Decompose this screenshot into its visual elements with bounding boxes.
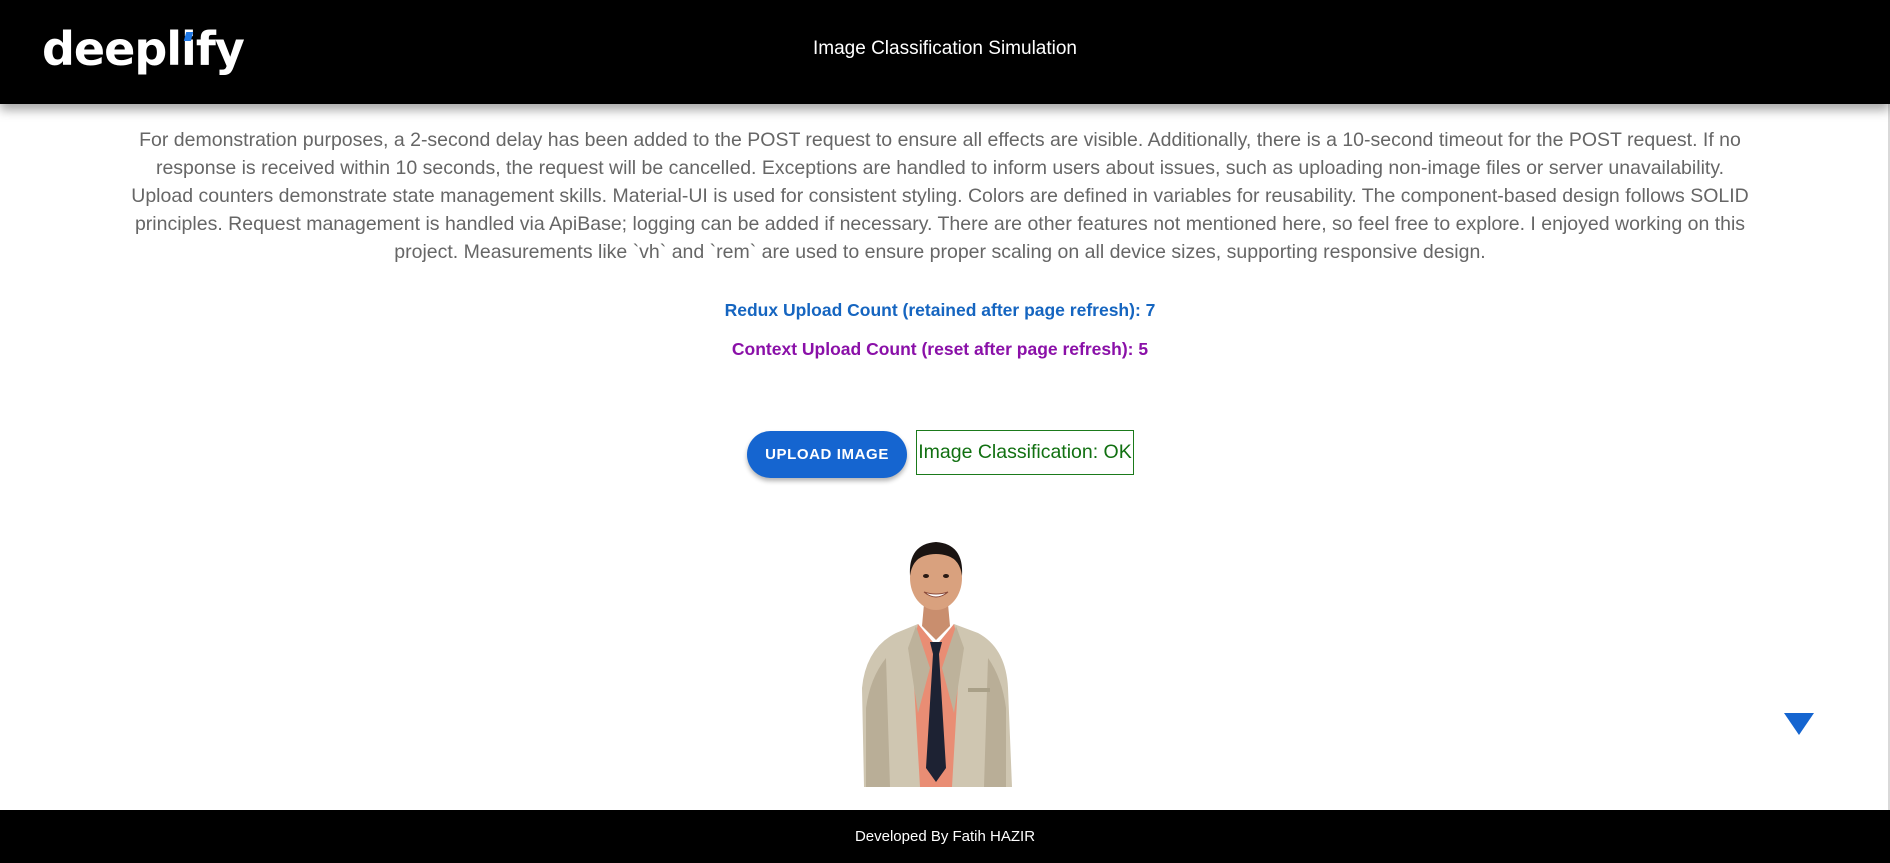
upload-image-button[interactable]: UPLOAD IMAGE <box>747 431 907 478</box>
classification-result: Image Classification: OK <box>916 430 1134 475</box>
demo-description: For demonstration purposes, a 2-second d… <box>131 129 1749 263</box>
page-title: Image Classification Simulation <box>812 38 1077 59</box>
uploaded-image-preview <box>862 542 1012 787</box>
context-upload-counter: Context Upload Count (reset after page r… <box>731 339 1149 359</box>
scroll-down-icon[interactable] <box>1784 713 1814 735</box>
developer-credit: Developed By Fatih HAZIR <box>854 828 1036 845</box>
redux-upload-counter: Redux Upload Count (retained after page … <box>724 300 1156 320</box>
main-content: For demonstration purposes, a 2-second d… <box>0 104 1890 810</box>
app-footer: Developed By Fatih HAZIR <box>0 810 1890 863</box>
app-header: deepl i fy Image Classification Simulation <box>0 0 1890 104</box>
